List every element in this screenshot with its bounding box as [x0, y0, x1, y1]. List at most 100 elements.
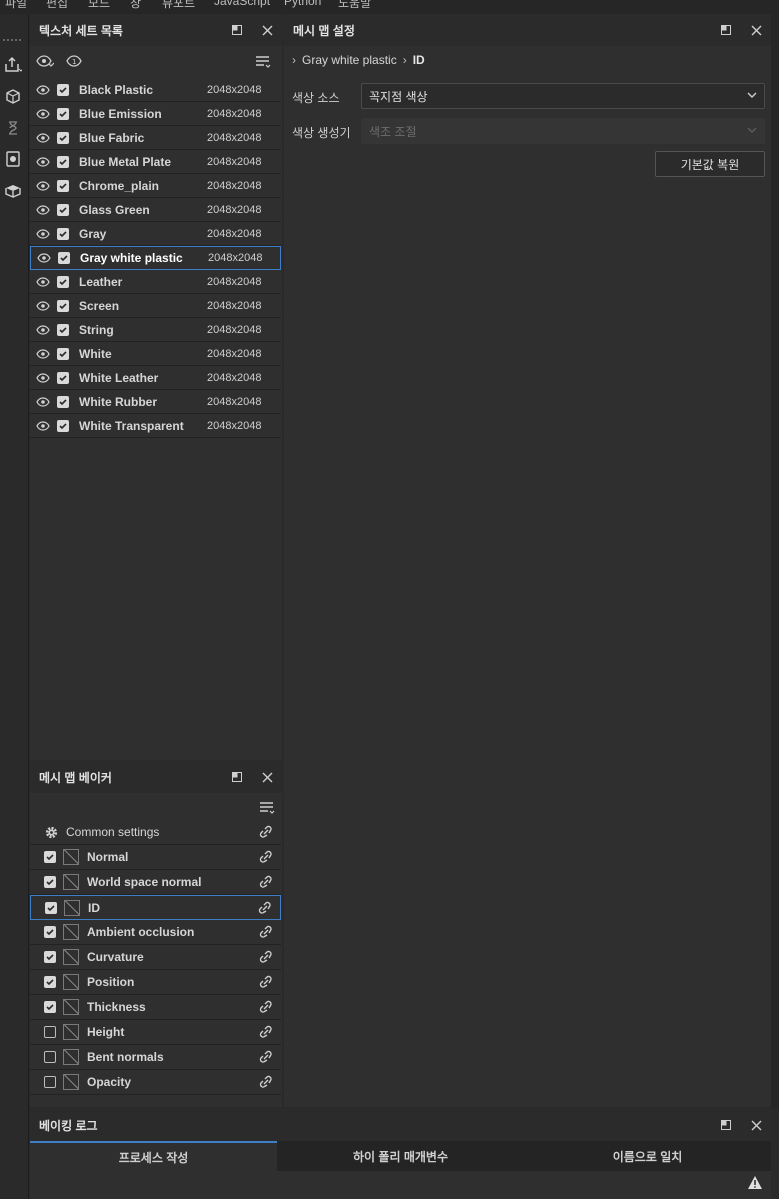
bake-map-row[interactable]: Ambient occlusion	[30, 920, 281, 945]
visibility-checkbox[interactable]	[57, 155, 69, 168]
link-icon[interactable]	[251, 999, 281, 1015]
color-source-select[interactable]: 꼭지점 색상	[361, 83, 765, 109]
link-icon[interactable]	[250, 900, 280, 916]
bake-map-checkbox[interactable]	[45, 901, 57, 914]
tab-match-by-name[interactable]: 이름으로 일치	[524, 1141, 771, 1171]
menu-python[interactable]: Python	[284, 0, 321, 8]
hourglass-icon[interactable]	[3, 118, 23, 138]
visibility-checkbox[interactable]	[57, 179, 69, 192]
texture-set-row[interactable]: Leather 2048x2048	[30, 270, 281, 294]
eye-icon[interactable]	[32, 420, 54, 431]
breadcrumb-texture-set[interactable]: Gray white plastic	[302, 53, 397, 67]
close-icon[interactable]	[741, 14, 771, 46]
bake-map-checkbox[interactable]	[44, 851, 56, 863]
eye-icon[interactable]	[32, 108, 54, 119]
undock-icon[interactable]	[711, 1109, 741, 1141]
menu-javascript[interactable]: JavaScript	[214, 0, 270, 8]
eye-icon[interactable]	[32, 84, 54, 95]
link-icon[interactable]	[251, 924, 281, 940]
link-icon[interactable]	[251, 849, 281, 865]
eye-icon[interactable]	[32, 276, 54, 287]
bake-cube-icon[interactable]	[3, 87, 23, 107]
eye-icon[interactable]	[32, 132, 54, 143]
reset-defaults-button[interactable]: 기본값 복원	[655, 151, 765, 177]
close-icon[interactable]	[741, 1109, 771, 1141]
texture-set-row[interactable]: Gray 2048x2048	[30, 222, 281, 246]
bake-map-row[interactable]: World space normal	[30, 870, 281, 895]
bake-map-checkbox[interactable]	[44, 1001, 56, 1013]
texture-set-row[interactable]: White Rubber 2048x2048	[30, 390, 281, 414]
menu-viewport[interactable]: 뷰포트	[162, 0, 195, 11]
visibility-checkbox[interactable]	[58, 252, 70, 264]
visibility-checkbox[interactable]	[57, 323, 69, 336]
close-icon[interactable]	[252, 14, 282, 46]
link-icon[interactable]	[251, 949, 281, 965]
texture-set-row[interactable]: Glass Green 2048x2048	[30, 198, 281, 222]
list-options-icon[interactable]	[259, 800, 275, 819]
bake-map-checkbox[interactable]	[44, 1051, 56, 1063]
mesh-cube-icon[interactable]	[3, 181, 23, 201]
visibility-checkbox[interactable]	[57, 203, 69, 216]
visibility-checkbox[interactable]	[57, 131, 69, 144]
warning-icon[interactable]	[747, 1175, 763, 1193]
visibility-checkbox[interactable]	[57, 107, 69, 120]
right-edge-splitter[interactable]	[771, 14, 779, 1108]
bake-map-row[interactable]: Normal	[30, 845, 281, 870]
eye-icon[interactable]	[32, 324, 54, 335]
export-icon[interactable]	[3, 54, 23, 74]
texture-set-row[interactable]: String 2048x2048	[30, 318, 281, 342]
eye-icon[interactable]	[32, 300, 54, 311]
breadcrumb-map[interactable]: ID	[413, 53, 425, 67]
eye-icon[interactable]	[32, 228, 54, 239]
undock-icon[interactable]	[711, 14, 741, 46]
eye-icon[interactable]	[32, 156, 54, 167]
visibility-checkbox[interactable]	[57, 227, 69, 240]
texture-set-row[interactable]: Screen 2048x2048	[30, 294, 281, 318]
common-settings-row[interactable]: Common settings	[30, 820, 281, 845]
link-icon[interactable]	[251, 1024, 281, 1040]
list-options-icon[interactable]	[255, 54, 271, 73]
visibility-checkbox[interactable]	[57, 395, 69, 408]
eye-icon[interactable]	[32, 204, 54, 215]
bake-map-checkbox[interactable]	[44, 1076, 56, 1088]
bake-map-checkbox[interactable]	[44, 1026, 56, 1038]
solo-visibility-icon[interactable]: 1	[66, 53, 84, 72]
menu-mode[interactable]: 모드	[88, 0, 110, 11]
bake-map-row[interactable]: Curvature	[30, 945, 281, 970]
texture-set-row[interactable]: White 2048x2048	[30, 342, 281, 366]
link-icon[interactable]	[251, 874, 281, 890]
texture-set-row[interactable]: Chrome_plain 2048x2048	[30, 174, 281, 198]
visibility-checkbox[interactable]	[57, 371, 69, 384]
eye-icon[interactable]	[33, 253, 55, 263]
eye-icon[interactable]	[32, 372, 54, 383]
visibility-toggle-icon[interactable]	[36, 53, 55, 72]
bake-map-row[interactable]: ID	[30, 895, 281, 920]
menu-edit[interactable]: 편집	[46, 0, 68, 11]
visibility-checkbox[interactable]	[57, 275, 69, 288]
bake-map-row[interactable]: Bent normals	[30, 1045, 281, 1070]
visibility-checkbox[interactable]	[57, 299, 69, 312]
tab-process[interactable]: 프로세스 작성	[30, 1141, 277, 1171]
texture-set-row[interactable]: White Leather 2048x2048	[30, 366, 281, 390]
bake-map-checkbox[interactable]	[44, 876, 56, 888]
tab-high-poly-params[interactable]: 하이 폴리 매개변수	[277, 1141, 524, 1171]
texture-set-row[interactable]: White Transparent 2048x2048	[30, 414, 281, 438]
texture-set-row[interactable]: Blue Fabric 2048x2048	[30, 126, 281, 150]
texture-set-row[interactable]: Gray white plastic 2048x2048	[30, 246, 281, 270]
visibility-checkbox[interactable]	[57, 347, 69, 360]
bake-map-row[interactable]: Position	[30, 970, 281, 995]
toolbar-grip[interactable]	[3, 30, 25, 41]
texture-set-row[interactable]: Blue Emission 2048x2048	[30, 102, 281, 126]
undock-icon[interactable]	[222, 14, 252, 46]
render-icon[interactable]	[3, 149, 23, 169]
eye-icon[interactable]	[32, 396, 54, 407]
texture-set-row[interactable]: Blue Metal Plate 2048x2048	[30, 150, 281, 174]
link-icon[interactable]	[251, 824, 281, 840]
bake-map-row[interactable]: Height	[30, 1020, 281, 1045]
texture-set-row[interactable]: Black Plastic 2048x2048	[30, 78, 281, 102]
menu-window[interactable]: 창	[130, 0, 141, 11]
bake-map-checkbox[interactable]	[44, 951, 56, 963]
menu-help[interactable]: 도움말	[338, 0, 371, 11]
link-icon[interactable]	[251, 1074, 281, 1090]
visibility-checkbox[interactable]	[57, 419, 69, 432]
